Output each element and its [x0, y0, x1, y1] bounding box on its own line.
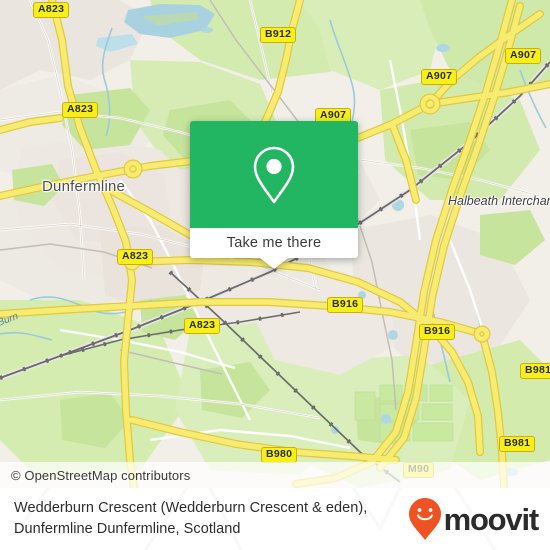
moovit-logo[interactable]: moovit	[408, 497, 540, 541]
road-shield-a907-ne: A907	[505, 48, 542, 64]
road-shield-b981-s: B981	[499, 436, 536, 452]
road-shield-b980: B980	[261, 447, 298, 463]
map-attribution-text: © OpenStreetMap contributors	[11, 467, 191, 483]
moovit-smiley-pin-icon	[408, 498, 441, 540]
moovit-wordmark: moovit	[443, 501, 540, 537]
footer-bar: Wedderburn Crescent (Wedderburn Crescent…	[0, 488, 550, 550]
page-title: Wedderburn Crescent (Wedderburn Crescent…	[14, 500, 368, 537]
road-shield-a823-s: A823	[184, 318, 221, 334]
road-shield-a823-nw: A823	[33, 2, 70, 18]
popup-action-bar[interactable]: Take me there	[190, 228, 358, 269]
map-attribution[interactable]: © OpenStreetMap contributors	[0, 462, 550, 488]
popup-tail-pointer	[260, 258, 288, 269]
popup-image-panel	[190, 121, 358, 228]
road-shield-b916-e: B916	[419, 324, 456, 340]
road-shield-b981-n: B981	[520, 363, 550, 379]
road-shield-b912: B912	[260, 27, 297, 43]
take-me-there-label: Take me there	[226, 235, 322, 251]
road-shield-a907-mid: A907	[421, 69, 458, 85]
road-shield-a823-w: A823	[62, 102, 99, 118]
map-screenshot: Dunfermline Halbeath Interchan Burn A823…	[0, 0, 550, 550]
road-shield-a823-c: A823	[117, 249, 154, 265]
map-pin-icon	[253, 146, 295, 203]
road-shield-b916-w: B916	[327, 297, 364, 313]
take-me-there-popup[interactable]: Take me there	[190, 121, 358, 269]
